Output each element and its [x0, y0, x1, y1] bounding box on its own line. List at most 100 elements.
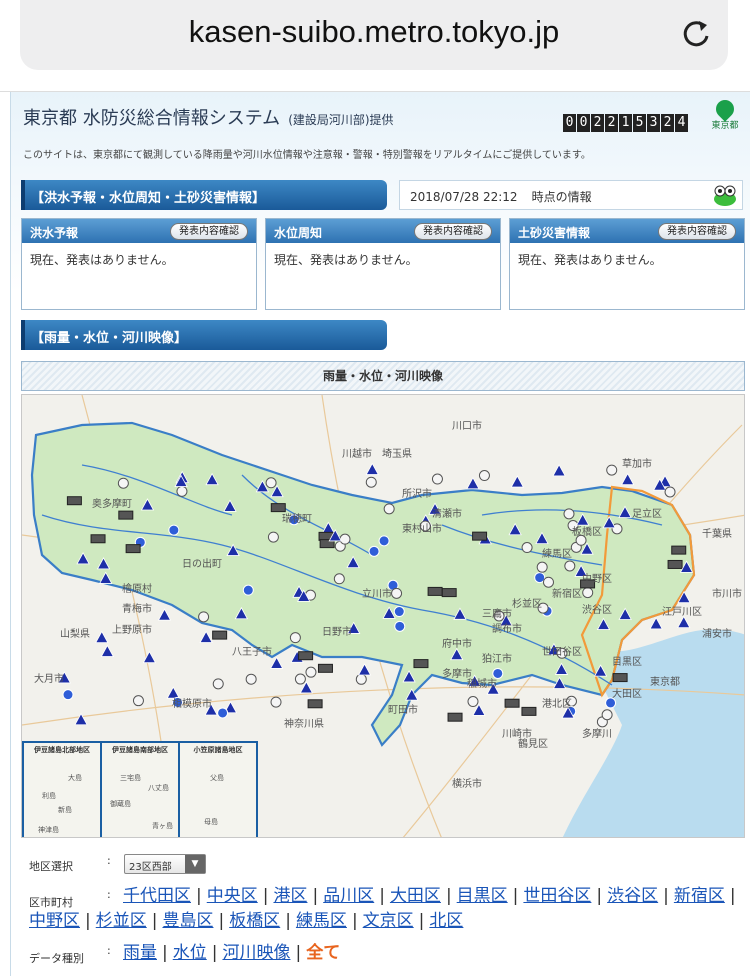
- rain-gauge-marker[interactable]: [117, 477, 129, 489]
- rain-gauge-marker[interactable]: [564, 560, 576, 572]
- water-level-station-marker[interactable]: [510, 475, 524, 488]
- water-level-station-marker[interactable]: [321, 521, 336, 534]
- rain-gauge-marker[interactable]: [176, 485, 188, 497]
- water-level-station-marker[interactable]: [402, 670, 416, 683]
- river-camera-icon[interactable]: [447, 712, 463, 722]
- water-level-station-marker[interactable]: [649, 617, 663, 630]
- filter-link[interactable]: 雨量: [123, 943, 157, 963]
- water-level-station-marker[interactable]: [76, 552, 90, 565]
- inset-izu-north[interactable]: 伊豆諸島北部地区 大島 利島 新島 神津島: [24, 743, 100, 837]
- rain-gauge-marker[interactable]: [294, 673, 306, 685]
- filter-link[interactable]: 練馬区: [296, 911, 347, 931]
- water-level-station-marker[interactable]: [596, 617, 611, 630]
- filter-link[interactable]: 中央区: [207, 886, 258, 906]
- river-camera-icon[interactable]: [66, 496, 82, 506]
- rain-gauge-marker[interactable]: [606, 464, 618, 476]
- area-select[interactable]: 23区西部 ▼: [124, 854, 206, 874]
- rain-station-marker[interactable]: [393, 606, 405, 618]
- rain-gauge-marker[interactable]: [270, 696, 282, 708]
- filter-link[interactable]: 目黒区: [457, 886, 508, 906]
- address-field[interactable]: kasen-suibo.metro.tokyo.jp: [20, 0, 728, 70]
- rain-gauge-marker[interactable]: [478, 470, 490, 482]
- water-level-station-marker[interactable]: [535, 531, 549, 545]
- river-camera-icon[interactable]: [427, 586, 443, 596]
- inset-izu-south[interactable]: 伊豆諸島南部地区 三宅島 御蔵島 八丈島 青ヶ島: [102, 743, 178, 837]
- rain-gauge-marker[interactable]: [333, 573, 345, 585]
- filter-link[interactable]: 渋谷区: [607, 886, 658, 906]
- water-level-station-marker[interactable]: [223, 499, 237, 512]
- water-level-station-marker[interactable]: [142, 650, 157, 664]
- all-types-link[interactable]: 全て: [306, 943, 340, 963]
- filter-link[interactable]: 豊島区: [162, 911, 213, 931]
- rain-gauge-marker[interactable]: [339, 533, 351, 545]
- river-camera-icon[interactable]: [441, 588, 457, 598]
- water-level-station-marker[interactable]: [593, 664, 608, 677]
- filter-link[interactable]: 千代田区: [123, 886, 191, 906]
- water-level-station-marker[interactable]: [140, 498, 155, 511]
- water-level-station-marker[interactable]: [602, 515, 616, 529]
- observation-map[interactable]: 埼玉県 山梨県 神奈川県 東京都 千葉県 青梅市 八王子市 町田市 立川市 府中市 川崎市 横浜市 相模…: [21, 394, 745, 838]
- rain-gauge-marker[interactable]: [267, 531, 279, 543]
- river-camera-icon[interactable]: [307, 699, 323, 709]
- river-camera-icon[interactable]: [317, 663, 333, 673]
- water-level-details-button[interactable]: 発表内容確認: [414, 223, 492, 240]
- rain-gauge-marker[interactable]: [355, 673, 367, 685]
- water-level-station-marker[interactable]: [405, 688, 419, 701]
- rain-gauge-marker[interactable]: [305, 666, 317, 678]
- rain-station-marker[interactable]: [394, 620, 406, 632]
- filter-link[interactable]: 新宿区: [674, 886, 725, 906]
- water-level-station-marker[interactable]: [226, 543, 240, 556]
- water-level-station-marker[interactable]: [205, 472, 219, 486]
- rain-station-marker[interactable]: [168, 524, 180, 536]
- water-level-station-marker[interactable]: [95, 630, 109, 644]
- water-level-station-marker[interactable]: [453, 607, 467, 620]
- flood-forecast-details-button[interactable]: 発表内容確認: [170, 223, 248, 240]
- river-camera-icon[interactable]: [212, 630, 228, 640]
- rain-gauge-marker[interactable]: [383, 503, 395, 515]
- rain-gauge-marker[interactable]: [245, 673, 257, 685]
- water-level-station-marker[interactable]: [450, 647, 464, 661]
- reload-icon[interactable]: [678, 16, 714, 52]
- water-level-station-marker[interactable]: [100, 644, 115, 657]
- river-camera-icon[interactable]: [125, 544, 141, 554]
- river-camera-icon[interactable]: [667, 559, 683, 569]
- rain-station-marker[interactable]: [368, 545, 380, 557]
- rain-gauge-marker[interactable]: [198, 611, 210, 623]
- water-level-station-marker[interactable]: [382, 606, 396, 619]
- river-camera-icon[interactable]: [90, 534, 106, 544]
- rain-gauge-marker[interactable]: [431, 473, 443, 485]
- river-camera-icon[interactable]: [671, 545, 687, 555]
- filter-link[interactable]: 板橋区: [229, 911, 280, 931]
- rain-station-marker[interactable]: [62, 689, 74, 701]
- rain-gauge-marker[interactable]: [212, 678, 224, 690]
- filter-link[interactable]: 水位: [173, 943, 207, 963]
- landslide-details-button[interactable]: 発表内容確認: [658, 223, 736, 240]
- rain-gauge-marker[interactable]: [132, 695, 144, 707]
- filter-link[interactable]: 世田谷区: [523, 886, 591, 906]
- rain-gauge-marker[interactable]: [601, 709, 613, 721]
- filter-link[interactable]: 品川区: [323, 886, 374, 906]
- water-level-station-marker[interactable]: [74, 712, 88, 726]
- water-level-station-marker[interactable]: [554, 662, 569, 675]
- water-level-station-marker[interactable]: [346, 555, 360, 568]
- river-camera-icon[interactable]: [504, 698, 520, 708]
- filter-link[interactable]: 大田区: [390, 886, 441, 906]
- rain-gauge-marker[interactable]: [391, 587, 403, 599]
- water-level-station-marker[interactable]: [96, 557, 111, 570]
- filter-link[interactable]: 中野区: [29, 911, 80, 931]
- rain-gauge-marker[interactable]: [467, 696, 479, 708]
- water-level-station-marker[interactable]: [508, 522, 522, 536]
- river-camera-icon[interactable]: [472, 531, 488, 541]
- rain-gauge-marker[interactable]: [521, 542, 533, 554]
- rain-gauge-marker[interactable]: [563, 508, 575, 520]
- river-camera-icon[interactable]: [612, 673, 628, 683]
- filter-link[interactable]: 北区: [429, 911, 463, 931]
- water-level-station-marker[interactable]: [618, 505, 632, 518]
- river-camera-icon[interactable]: [521, 706, 537, 716]
- river-camera-icon[interactable]: [413, 659, 429, 669]
- rain-gauge-marker[interactable]: [536, 561, 548, 573]
- filter-link[interactable]: 港区: [273, 886, 307, 906]
- water-level-station-marker[interactable]: [234, 606, 249, 620]
- water-level-station-marker[interactable]: [677, 590, 691, 604]
- rain-station-marker[interactable]: [242, 584, 254, 596]
